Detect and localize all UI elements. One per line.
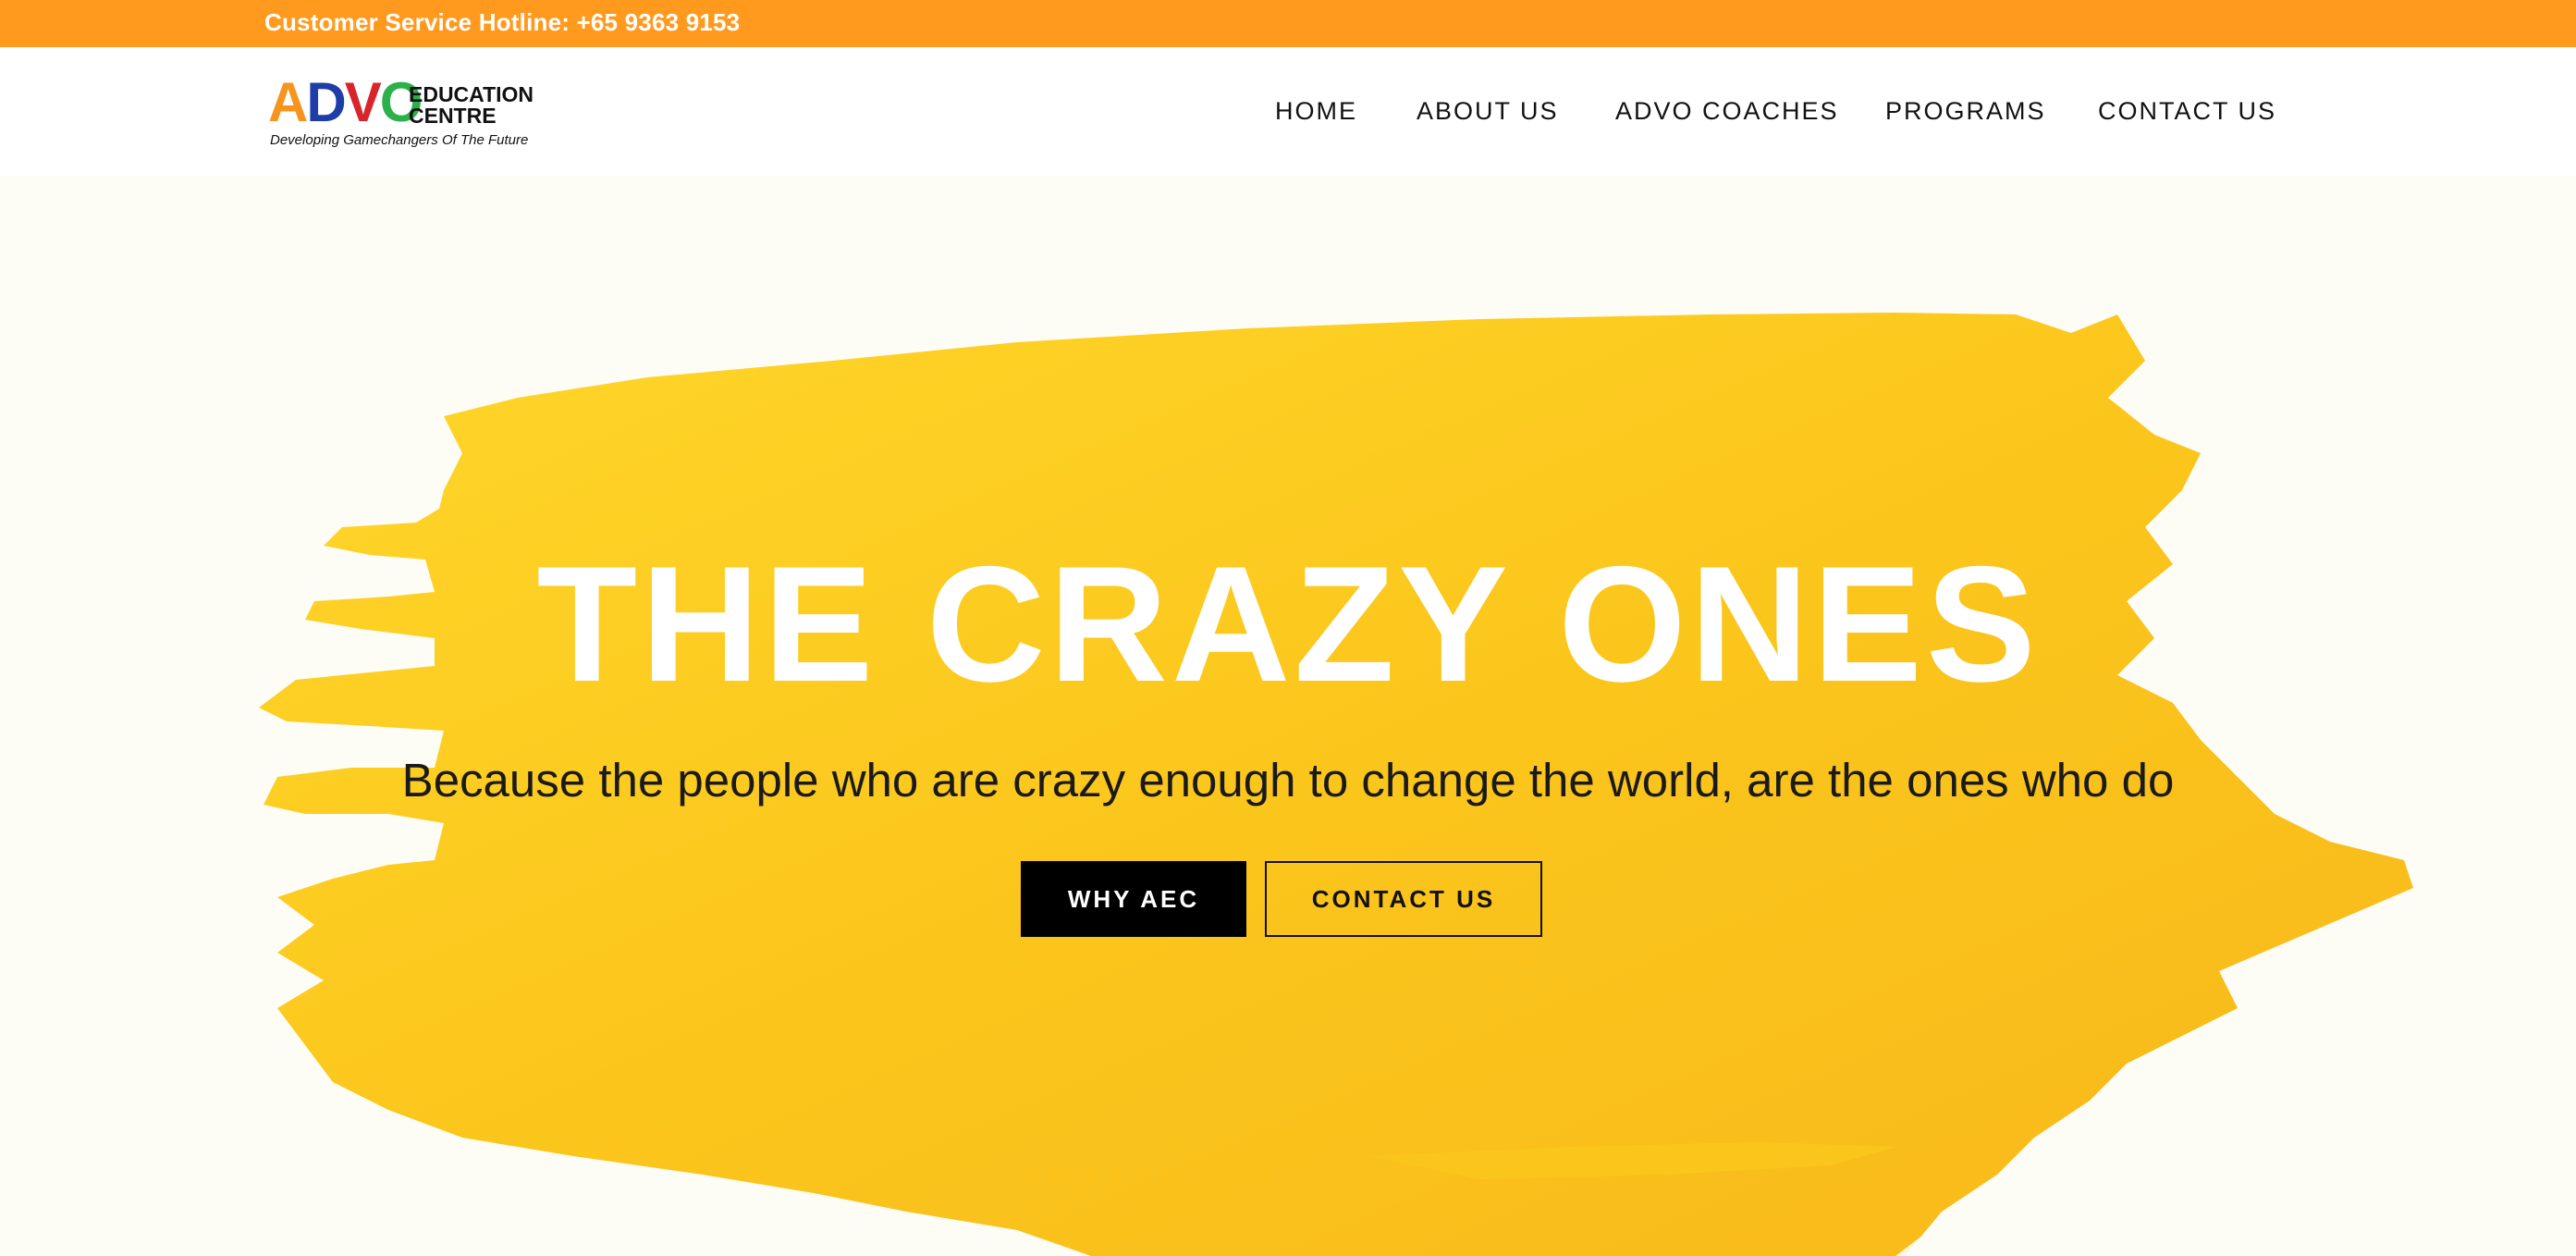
- hotline-text: Customer Service Hotline: +65 9363 9153: [264, 8, 741, 36]
- logo-centre: CENTRE: [409, 104, 497, 128]
- nav-about-us[interactable]: ABOUT US: [1417, 95, 1559, 127]
- top-bar: Customer Service Hotline: +65 9363 9153: [0, 0, 2576, 47]
- contact-us-button[interactable]: CONTACT US: [1265, 861, 1542, 937]
- hero-section: THE CRAZY ONES Because the people who ar…: [0, 176, 2576, 1256]
- logo-letter-a: A: [268, 71, 308, 133]
- nav-advo-coaches[interactable]: ADVO COACHES: [1615, 95, 1839, 127]
- logo-letter-v: V: [344, 71, 382, 133]
- hero-headline: THE CRAZY ONES: [536, 532, 2040, 716]
- logo-education: EDUCATION: [409, 82, 534, 106]
- nav-home[interactable]: HOME: [1275, 95, 1357, 127]
- paint-brush-stroke: [259, 313, 2413, 1256]
- nav-programs[interactable]: PROGRAMS: [1885, 95, 2046, 127]
- logo-tagline: Developing Gamechangers Of The Future: [270, 132, 529, 148]
- site-logo[interactable]: ADVO EDUCATION CENTRE Developing Gamecha…: [268, 75, 546, 154]
- why-aec-button[interactable]: WHY AEC: [1021, 861, 1246, 937]
- logo-subtitle: EDUCATION CENTRE: [409, 84, 534, 127]
- hero-subline: Because the people who are crazy enough …: [401, 754, 2175, 807]
- logo-letter-d: D: [306, 71, 346, 133]
- site-header: ADVO EDUCATION CENTRE Developing Gamecha…: [0, 47, 2576, 176]
- logo-wordmark: ADVO: [268, 75, 423, 130]
- nav-contact-us[interactable]: CONTACT US: [2098, 95, 2276, 127]
